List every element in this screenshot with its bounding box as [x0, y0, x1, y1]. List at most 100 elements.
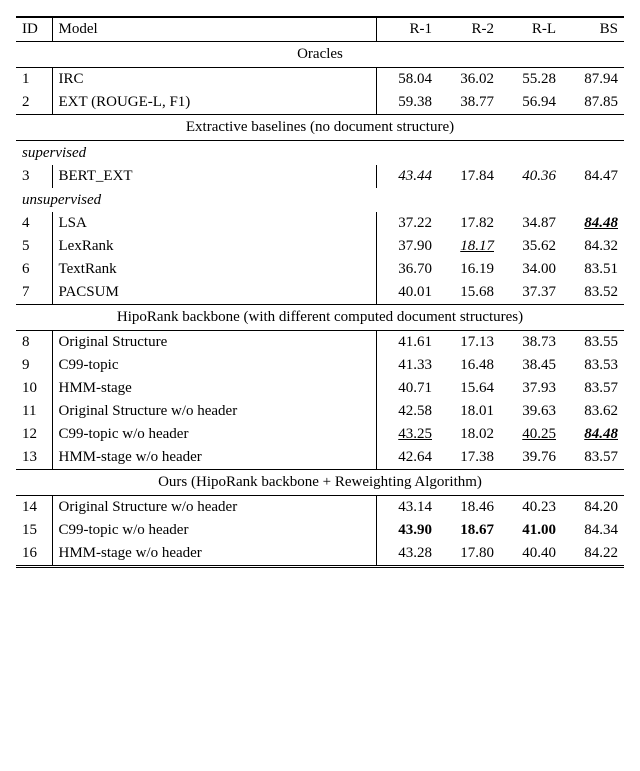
- cell-rl: 55.28: [500, 68, 562, 92]
- cell-bs: 87.85: [562, 91, 624, 115]
- table-row: 3 BERT_EXT 43.44 17.84 40.36 84.47: [16, 165, 624, 188]
- cell-bs: 83.57: [562, 377, 624, 400]
- cell-bs: 84.47: [562, 165, 624, 188]
- header-id: ID: [16, 17, 52, 42]
- section-oracles-label: Oracles: [16, 42, 624, 68]
- cell-r1: 58.04: [376, 68, 438, 92]
- cell-bs: 84.48: [562, 212, 624, 235]
- cell-model: HMM-stage: [52, 377, 376, 400]
- cell-rl: 41.00: [500, 519, 562, 542]
- subgroup-unsupervised-label: unsupervised: [16, 188, 624, 212]
- cell-id: 16: [16, 542, 52, 567]
- cell-r2: 18.46: [438, 496, 500, 520]
- cell-r2: 38.77: [438, 91, 500, 115]
- cell-rl: 39.76: [500, 446, 562, 470]
- cell-r1: 43.28: [376, 542, 438, 567]
- cell-rl: 34.00: [500, 258, 562, 281]
- cell-r1: 36.70: [376, 258, 438, 281]
- cell-id: 1: [16, 68, 52, 92]
- cell-id: 13: [16, 446, 52, 470]
- cell-r2: 36.02: [438, 68, 500, 92]
- header-rl: R-L: [500, 17, 562, 42]
- section-hiporank-label: HipoRank backbone (with different comput…: [16, 305, 624, 331]
- cell-rl: 37.93: [500, 377, 562, 400]
- cell-rl: 40.23: [500, 496, 562, 520]
- cell-r1: 40.01: [376, 281, 438, 305]
- cell-r2: 18.67: [438, 519, 500, 542]
- cell-r1: 41.61: [376, 331, 438, 355]
- cell-bs: 83.51: [562, 258, 624, 281]
- cell-model: IRC: [52, 68, 376, 92]
- cell-id: 4: [16, 212, 52, 235]
- cell-model: LexRank: [52, 235, 376, 258]
- cell-rl: 40.36: [500, 165, 562, 188]
- cell-r1: 43.14: [376, 496, 438, 520]
- section-hiporank: HipoRank backbone (with different comput…: [16, 305, 624, 331]
- cell-bs: 84.48: [562, 423, 624, 446]
- cell-bs: 83.55: [562, 331, 624, 355]
- table-row: 16 HMM-stage w/o header 43.28 17.80 40.4…: [16, 542, 624, 567]
- cell-r1: 37.22: [376, 212, 438, 235]
- cell-bs: 84.34: [562, 519, 624, 542]
- section-extractive-label: Extractive baselines (no document struct…: [16, 115, 624, 141]
- cell-bs: 83.57: [562, 446, 624, 470]
- cell-model: BERT_EXT: [52, 165, 376, 188]
- cell-r2: 16.19: [438, 258, 500, 281]
- cell-model: Original Structure w/o header: [52, 496, 376, 520]
- cell-r2: 17.13: [438, 331, 500, 355]
- section-ours-label: Ours (HipoRank backbone + Reweighting Al…: [16, 470, 624, 496]
- cell-model: EXT (ROUGE-L, F1): [52, 91, 376, 115]
- subgroup-supervised: supervised: [16, 141, 624, 166]
- cell-id: 10: [16, 377, 52, 400]
- cell-r1: 43.25: [376, 423, 438, 446]
- header-r2: R-2: [438, 17, 500, 42]
- cell-bs: 83.53: [562, 354, 624, 377]
- table-row: 15 C99-topic w/o header 43.90 18.67 41.0…: [16, 519, 624, 542]
- cell-r2: 18.17: [438, 235, 500, 258]
- cell-model: HMM-stage w/o header: [52, 446, 376, 470]
- cell-model: C99-topic w/o header: [52, 423, 376, 446]
- cell-bs: 83.52: [562, 281, 624, 305]
- cell-rl: 38.45: [500, 354, 562, 377]
- cell-r1: 42.58: [376, 400, 438, 423]
- results-table: ID Model R-1 R-2 R-L BS Oracles 1 IRC 58…: [16, 16, 624, 568]
- table-row: 9 C99-topic 41.33 16.48 38.45 83.53: [16, 354, 624, 377]
- table-row: 14 Original Structure w/o header 43.14 1…: [16, 496, 624, 520]
- cell-bs: 84.32: [562, 235, 624, 258]
- cell-r2: 16.48: [438, 354, 500, 377]
- cell-bs: 84.20: [562, 496, 624, 520]
- cell-model: Original Structure: [52, 331, 376, 355]
- cell-model: C99-topic w/o header: [52, 519, 376, 542]
- header-bs: BS: [562, 17, 624, 42]
- cell-bs: 84.22: [562, 542, 624, 567]
- cell-r2: 18.02: [438, 423, 500, 446]
- table-row: 2 EXT (ROUGE-L, F1) 59.38 38.77 56.94 87…: [16, 91, 624, 115]
- cell-r2: 15.68: [438, 281, 500, 305]
- subgroup-supervised-label: supervised: [16, 141, 624, 166]
- cell-r1: 43.90: [376, 519, 438, 542]
- section-extractive: Extractive baselines (no document struct…: [16, 115, 624, 141]
- table-row: 11 Original Structure w/o header 42.58 1…: [16, 400, 624, 423]
- cell-r2: 18.01: [438, 400, 500, 423]
- cell-id: 5: [16, 235, 52, 258]
- cell-rl: 40.25: [500, 423, 562, 446]
- subgroup-unsupervised: unsupervised: [16, 188, 624, 212]
- cell-model: LSA: [52, 212, 376, 235]
- table-row: 10 HMM-stage 40.71 15.64 37.93 83.57: [16, 377, 624, 400]
- cell-r1: 59.38: [376, 91, 438, 115]
- cell-rl: 39.63: [500, 400, 562, 423]
- cell-id: 11: [16, 400, 52, 423]
- cell-r2: 17.84: [438, 165, 500, 188]
- cell-id: 14: [16, 496, 52, 520]
- cell-id: 15: [16, 519, 52, 542]
- cell-model: Original Structure w/o header: [52, 400, 376, 423]
- table-row: 1 IRC 58.04 36.02 55.28 87.94: [16, 68, 624, 92]
- cell-r2: 17.82: [438, 212, 500, 235]
- cell-id: 9: [16, 354, 52, 377]
- cell-rl: 35.62: [500, 235, 562, 258]
- cell-model: PACSUM: [52, 281, 376, 305]
- header-r1: R-1: [376, 17, 438, 42]
- table-row: 4 LSA 37.22 17.82 34.87 84.48: [16, 212, 624, 235]
- cell-rl: 34.87: [500, 212, 562, 235]
- cell-bs: 87.94: [562, 68, 624, 92]
